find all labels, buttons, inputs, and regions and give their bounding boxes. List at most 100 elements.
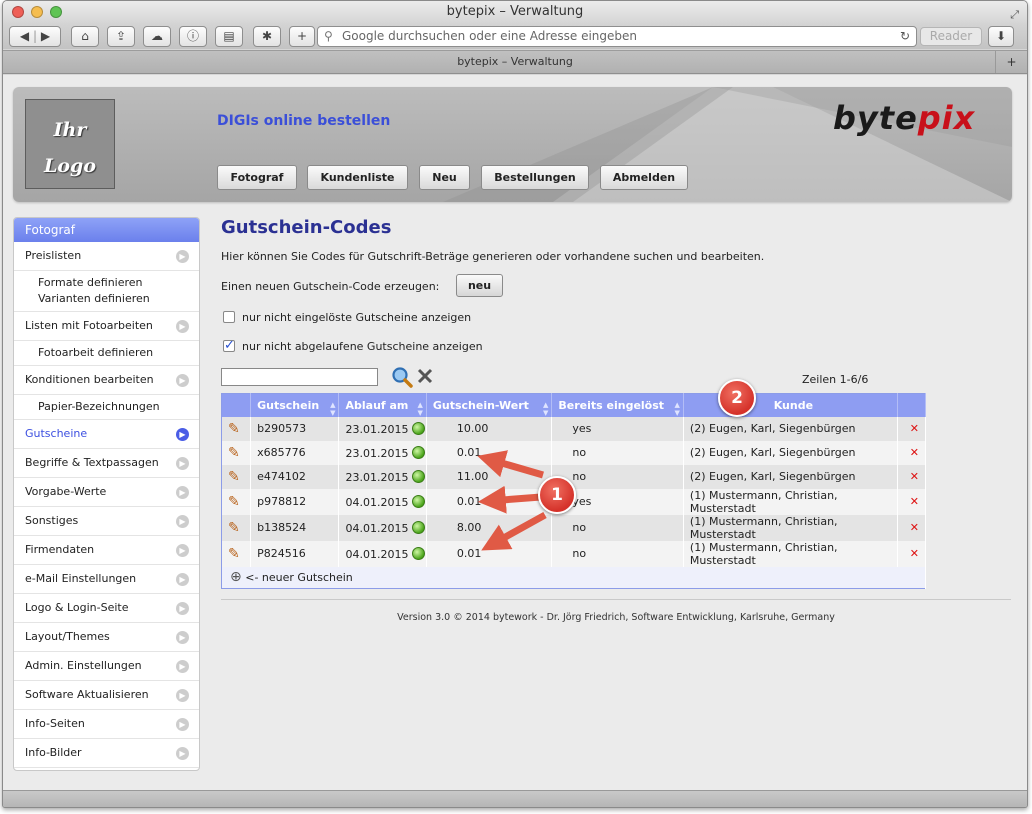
reader-button[interactable]: Reader [920, 27, 982, 46]
column-kunde[interactable]: Kunde [683, 393, 898, 417]
nav-bestellungen-button[interactable]: Bestellungen [481, 165, 589, 190]
chevron-right-icon: ▶ [176, 457, 189, 470]
sidebar-item-konditionen[interactable]: Konditionen bearbeiten ▶ [14, 366, 199, 395]
sidebar-item-listen-fotoarbeiten[interactable]: Listen mit Fotoarbeiten ▶ [14, 312, 199, 341]
forward-icon[interactable]: ▶ [41, 29, 50, 43]
delete-icon[interactable]: ✕ [910, 547, 919, 560]
fullscreen-icon[interactable]: ⤢ [1010, 4, 1019, 26]
minimize-window-button[interactable] [31, 6, 43, 18]
edit-cell[interactable]: ✎ [221, 514, 252, 541]
edit-cell[interactable]: ✎ [221, 488, 252, 515]
column-ablauf[interactable]: Ablauf am ▲ ▼ [338, 393, 427, 417]
status-ok-icon [412, 445, 426, 459]
home-icon: ⌂ [81, 29, 89, 43]
new-code-button[interactable]: neu [456, 274, 503, 297]
sidebar-sub-papier-bezeichnungen[interactable]: Papier-Bezeichnungen [14, 395, 199, 420]
chevron-right-icon: ▶ [176, 631, 189, 644]
home-button[interactable]: ⌂ [71, 26, 99, 47]
delete-cell[interactable]: ✕ [897, 514, 927, 541]
search-input[interactable] [221, 368, 378, 386]
add-circle-icon[interactable]: ⊕ [230, 569, 242, 585]
sidebar-item-info-bilder[interactable]: Info-Bilder ▶ [14, 739, 199, 768]
share-button[interactable]: ⇪ [107, 26, 135, 47]
sidebar-item-email[interactable]: e-Mail Einstellungen ▶ [14, 565, 199, 594]
delete-icon[interactable]: ✕ [910, 422, 919, 435]
delete-icon[interactable]: ✕ [910, 495, 919, 508]
info-button[interactable]: ⓘ [179, 26, 207, 47]
nav-abmelden-button[interactable]: Abmelden [600, 165, 688, 190]
sidebar-item-info-seiten[interactable]: Info-Seiten ▶ [14, 710, 199, 739]
tab-title[interactable]: bytepix – Verwaltung [457, 55, 573, 68]
sidebar-item-preislisten[interactable]: Preislisten ▶ [14, 242, 199, 271]
pencil-icon[interactable]: ✎ [228, 469, 240, 485]
column-wert[interactable]: Gutschein-Wert ▲ ▼ [426, 393, 553, 417]
expiry-cell: 04.01.2015 [338, 488, 427, 515]
sidebar-item-gutscheine[interactable]: Gutscheine ▶ [14, 420, 199, 449]
sidebar-item-vorgabe-werte[interactable]: Vorgabe-Werte ▶ [14, 478, 199, 507]
icloud-tabs-button[interactable]: ☁ [143, 26, 171, 47]
sidebar-item-sonstiges[interactable]: Sonstiges ▶ [14, 507, 199, 536]
downloads-button[interactable]: ⬇ [988, 26, 1014, 47]
add-voucher-row[interactable]: ⊕ <- neuer Gutschein [221, 566, 926, 589]
column-eingeloest[interactable]: Bereits eingelöst ▲ ▼ [551, 393, 684, 417]
sidebar-item-firmendaten[interactable]: Firmendaten ▶ [14, 536, 199, 565]
extension-button-2[interactable]: ✱ [253, 26, 281, 47]
edit-cell[interactable]: ✎ [221, 416, 252, 441]
sort-icon[interactable]: ▲ ▼ [330, 401, 335, 417]
sidebar-item-layout-themes[interactable]: Layout/Themes ▶ [14, 623, 199, 652]
edit-cell[interactable]: ✎ [221, 440, 252, 465]
chevron-right-icon: ▶ [176, 320, 189, 333]
expiry-date: 23.01.2015 [345, 422, 409, 436]
edit-cell[interactable]: ✎ [221, 540, 252, 567]
chevron-right-icon: ▶ [176, 718, 189, 731]
sort-icon[interactable]: ▲ ▼ [417, 401, 422, 417]
sort-icon[interactable]: ▲ ▼ [543, 401, 548, 417]
sidebar-item-logo-login[interactable]: Logo & Login-Seite ▶ [14, 594, 199, 623]
pencil-icon[interactable]: ✎ [228, 445, 240, 461]
sidebar-item-admin[interactable]: Admin. Einstellungen ▶ [14, 652, 199, 681]
nav-neu-button[interactable]: Neu [419, 165, 470, 190]
nav-kundenliste-button[interactable]: Kundenliste [307, 165, 408, 190]
filter-not-redeemed-checkbox[interactable] [223, 311, 235, 323]
clear-search-icon[interactable] [417, 368, 433, 384]
new-tab-button[interactable]: + [995, 51, 1027, 73]
filter-not-expired-checkbox[interactable] [223, 338, 235, 353]
search-icon[interactable] [391, 366, 413, 388]
pencil-icon[interactable]: ✎ [228, 494, 240, 510]
back-icon[interactable]: ◀ [20, 29, 29, 43]
edit-cell[interactable]: ✎ [221, 464, 252, 489]
reload-icon[interactable]: ↻ [900, 27, 910, 46]
column-gutschein[interactable]: Gutschein ▲ ▼ [250, 393, 340, 417]
filter-not-redeemed[interactable]: nur nicht eingelöste Gutscheine anzeigen [223, 310, 471, 326]
pencil-icon[interactable]: ✎ [228, 421, 240, 437]
delete-cell[interactable]: ✕ [897, 488, 927, 515]
version-footer: Version 3.0 © 2014 bytework - Dr. Jörg F… [397, 612, 835, 623]
add-voucher-link[interactable]: <- neuer Gutschein [245, 571, 353, 584]
delete-icon[interactable]: ✕ [910, 521, 919, 534]
filter-not-expired[interactable]: nur nicht abgelaufene Gutscheine anzeige… [223, 338, 483, 355]
sidebar-item-software[interactable]: Software Aktualisieren ▶ [14, 681, 199, 710]
sidebar-sub-formate[interactable]: Formate definieren Varianten definieren [14, 271, 199, 312]
address-bar[interactable]: ⚲ Google durchsuchen oder eine Adresse e… [317, 26, 917, 47]
pencil-icon[interactable]: ✎ [228, 546, 240, 562]
close-window-button[interactable] [12, 6, 24, 18]
add-bookmark-button[interactable]: + [289, 26, 315, 47]
delete-cell[interactable]: ✕ [897, 540, 927, 567]
delete-cell[interactable]: ✕ [897, 416, 927, 441]
nav-fotograf-button[interactable]: Fotograf [217, 165, 297, 190]
delete-cell[interactable]: ✕ [897, 464, 927, 489]
search-icon: ⚲ [324, 29, 333, 43]
info-icon: ⓘ [186, 29, 199, 43]
edit-column-header [221, 393, 252, 417]
pencil-icon[interactable]: ✎ [228, 520, 240, 536]
extension-button[interactable]: ▤ [215, 26, 243, 47]
sidebar-sub-fotoarbeit-definieren[interactable]: Fotoarbeit definieren [14, 341, 199, 366]
zoom-window-button[interactable] [50, 6, 62, 18]
delete-icon[interactable]: ✕ [910, 446, 919, 459]
delete-icon[interactable]: ✕ [910, 470, 919, 483]
tab-bar: bytepix – Verwaltung + [3, 50, 1027, 74]
delete-cell[interactable]: ✕ [897, 440, 927, 465]
back-forward-buttons[interactable]: ◀ | ▶ [9, 26, 61, 47]
sidebar-item-begriffe[interactable]: Begriffe & Textpassagen ▶ [14, 449, 199, 478]
sort-icon[interactable]: ▲ ▼ [675, 401, 680, 417]
